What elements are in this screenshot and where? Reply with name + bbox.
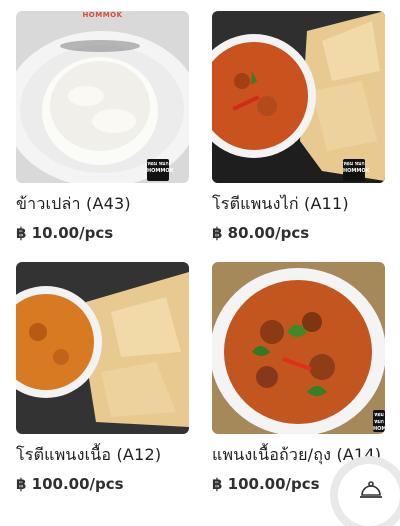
- product-price: ฿ 10.00/pcs: [16, 223, 189, 243]
- product-photo[interactable]: [16, 262, 189, 434]
- currency-symbol: ฿: [212, 224, 223, 242]
- product-grid: HOMMOK หอม หมก HOMMOK ข้าวเปล่า (A43) ฿ …: [0, 0, 400, 500]
- watermark-logo: หอม หมก HOMMOK: [147, 159, 174, 181]
- product-card-a11[interactable]: หอม หมก HOMMOK โรตีแพนงไก่ (A11) ฿ 80.00…: [212, 11, 385, 243]
- product-photo[interactable]: หอม หมก HOMMOK: [212, 262, 385, 434]
- price-value: 10.00/pcs: [31, 224, 114, 242]
- cart-button[interactable]: [338, 464, 400, 526]
- product-price: ฿ 100.00/pcs: [16, 474, 189, 494]
- watermark-logo: หอม หมก HOMMOK: [373, 410, 385, 432]
- product-card-a43[interactable]: HOMMOK หอม หมก HOMMOK ข้าวเปล่า (A43) ฿ …: [16, 11, 189, 243]
- product-price: ฿ 80.00/pcs: [212, 223, 385, 243]
- product-photo[interactable]: หอม หมก HOMMOK: [212, 11, 385, 183]
- watermark-logo: หอม หมก HOMMOK: [343, 159, 370, 181]
- product-card-a12[interactable]: โรตีแพนงเนื้อ (A12) ฿ 100.00/pcs: [16, 262, 189, 494]
- product-name: โรตีแพนงเนื้อ (A12): [16, 445, 162, 464]
- currency-symbol: ฿: [212, 475, 223, 493]
- photo-logo-text: HOMMOK: [82, 11, 123, 19]
- currency-symbol: ฿: [16, 475, 27, 493]
- product-name: ข้าวเปล่า (A43): [16, 194, 131, 213]
- product-photo[interactable]: HOMMOK หอม หมก HOMMOK: [16, 11, 189, 183]
- currency-symbol: ฿: [16, 224, 27, 242]
- price-value: 80.00/pcs: [227, 224, 310, 242]
- product-name: แพนงเนื้อถ้วย/ถุง (A14): [212, 445, 382, 464]
- product-name: โรตีแพนงไก่ (A11): [212, 194, 349, 213]
- price-value: 100.00/pcs: [31, 475, 124, 493]
- price-value: 100.00/pcs: [227, 475, 320, 493]
- product-card-a14[interactable]: หอม หมก HOMMOK แพนงเนื้อถ้วย/ถุง (A14) ฿…: [212, 262, 385, 494]
